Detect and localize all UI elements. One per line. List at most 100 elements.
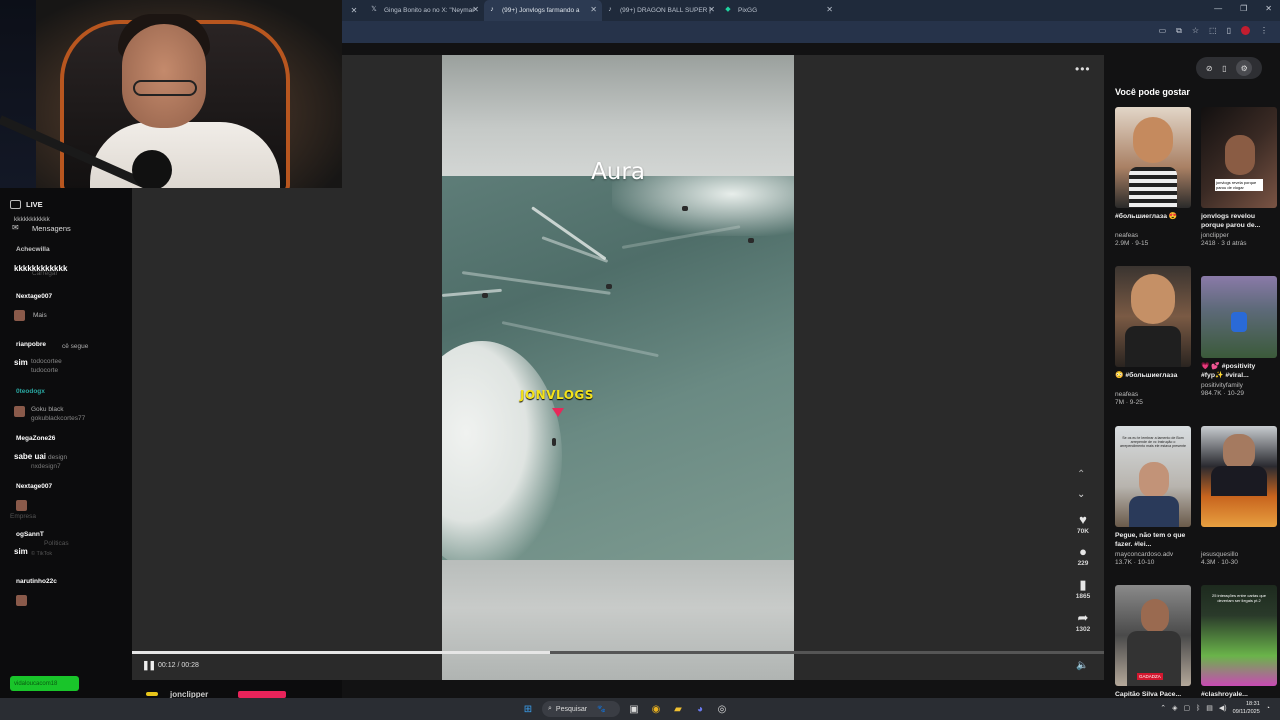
video-thumbnail[interactable]: 25 interações entre cartas que deveriam … [1201, 585, 1277, 686]
recommended-author: jesusquesillo [1201, 551, 1239, 558]
taskbar-clock[interactable]: 18:31 09/11/2025 [1233, 700, 1260, 716]
compass-icon[interactable]: ⊘ [1206, 64, 1213, 73]
video-thumbnail[interactable]: jonvlogs revela porque parou de vlogar [1201, 107, 1277, 208]
chat-faint-text: design [48, 454, 68, 461]
task-view-icon[interactable]: ▣ [626, 701, 642, 717]
recommended-video[interactable]: 😳 #большиеглаза neafeas 7M · 9-25 [1115, 266, 1193, 406]
taskbar-apps: ⊞ ⌕ Pesquisar 🐾 ▣ ◉ ▰ ◕ ◎ [520, 701, 730, 717]
browser-tab-bar: ✕ 𝕏 Ginga Bonito ao no X: "Neymar ✕ ♪ (9… [342, 0, 1280, 21]
more-options-icon[interactable]: ••• [1075, 62, 1091, 76]
like-button[interactable]: ♥ 70K [1066, 512, 1100, 536]
clock-date: 09/11/2025 [1232, 709, 1260, 715]
recommended-stats: 984.7K · 10-29 [1201, 390, 1245, 397]
speaker-icon[interactable]: ◀) [1219, 704, 1227, 712]
close-icon[interactable]: ✕ [708, 5, 715, 14]
chat-faint-text: cê segue [62, 343, 89, 350]
pixgg-icon: ◆ [725, 6, 731, 13]
windows-taskbar: ⊞ ⌕ Pesquisar 🐾 ▣ ◉ ▰ ◕ ◎ ⌃ ◈ ▢ ᛒ ▤ ◀) 1… [0, 698, 1280, 720]
video-progress-bar[interactable] [132, 651, 1104, 654]
live-nav-item[interactable]: LIVE [10, 200, 43, 209]
comment-count: 229 [1077, 560, 1089, 567]
comment-button[interactable]: ● 229 [1066, 545, 1100, 568]
discord-icon[interactable]: ◕ [692, 701, 708, 717]
notifications-icon[interactable]: ◔ [1266, 705, 1270, 712]
search-highlight-icon: 🐾 [597, 706, 606, 713]
follow-button[interactable] [238, 691, 286, 698]
video-thumbnail[interactable]: GADADZA [1115, 585, 1191, 686]
recommended-video[interactable]: Se os eu te lembrar a lamento de Bom arr… [1115, 426, 1193, 566]
chrome-icon[interactable]: ◉ [648, 701, 664, 717]
chat-faint-text: tudocorte [31, 367, 59, 374]
chat-username-pill: vidaloucacom18 [10, 676, 79, 691]
tab-pixgg[interactable]: ◆ PixGG ✕ [720, 0, 838, 21]
bluetooth-icon[interactable]: ᛒ [1196, 705, 1200, 712]
wave-crest [612, 176, 794, 236]
file-explorer-icon[interactable]: ▰ [670, 701, 686, 717]
address-bar[interactable]: ▭ ⧉ ☆ ⬚ ▯ ⋮ [342, 21, 1280, 43]
tab-tiktok-jonvlogs[interactable]: ♪ (99+) Jonvlogs farmando a ✕ [484, 0, 602, 21]
thumbnail-text: 25 interações entre cartas que deveriam … [1211, 593, 1267, 603]
recommended-video[interactable]: #большиеглаза 😍 neafeas 2.9M · 9-15 [1115, 107, 1193, 247]
volume-icon[interactable]: 🔈 [1076, 660, 1088, 671]
video-player[interactable]: Aura JONVLOGS [442, 55, 794, 680]
tray-app-icon[interactable]: ◈ [1172, 704, 1177, 712]
windows-start-icon[interactable]: ⊞ [520, 701, 536, 717]
star-icon[interactable]: ☆ [1192, 26, 1199, 36]
video-thumbnail[interactable] [1201, 276, 1277, 358]
translate-icon[interactable]: ⧉ [1176, 26, 1182, 36]
chevron-up-icon[interactable]: ⌃ [1077, 469, 1085, 480]
recommended-title [1201, 531, 1279, 550]
author-avatar[interactable] [146, 692, 158, 696]
profile-avatar[interactable] [1241, 26, 1250, 35]
menu-icon[interactable]: ⋮ [1260, 26, 1268, 36]
video-thumbnail[interactable] [1115, 266, 1191, 367]
tab-tiktok-dragonball[interactable]: ♪ (99+) DRAGON BALL SUPER | ✕ [602, 0, 720, 21]
recommended-video[interactable]: 25 interações entre cartas que deveriam … [1201, 585, 1279, 709]
taskbar-search[interactable]: ⌕ Pesquisar 🐾 [542, 701, 620, 717]
network-icon[interactable]: ▤ [1206, 704, 1213, 712]
settings-icon[interactable]: ⚙ [1236, 60, 1253, 76]
minimize-icon[interactable]: — [1214, 4, 1222, 13]
chat-faint-text: gokublackcortes77 [31, 415, 86, 422]
tab-label: PixGG [738, 7, 758, 14]
video-progress-fill [132, 651, 550, 654]
live-icon [10, 200, 21, 209]
tray-app-icon[interactable]: ▢ [1183, 704, 1190, 712]
tab-x-post[interactable]: 𝕏 Ginga Bonito ao no X: "Neymar ✕ [366, 0, 484, 21]
heart-icon: ♥ [1079, 512, 1087, 527]
view-mode-toggle[interactable]: ⊘ ▯ ⚙ [1196, 57, 1262, 79]
maximize-icon[interactable]: ❐ [1240, 4, 1247, 13]
chat-faint-text: nxdesign7 [31, 463, 61, 470]
tiktok-icon: ♪ [608, 6, 612, 13]
close-icon[interactable]: ✕ [472, 5, 479, 14]
recommended-author: neafeas [1115, 232, 1139, 239]
close-window-icon[interactable]: ✕ [1265, 4, 1272, 13]
video-thumbnail[interactable] [1201, 426, 1277, 527]
extensions-icon[interactable]: ⬚ [1209, 26, 1217, 36]
chat-faint-text: Mensagens [32, 224, 71, 233]
chevron-down-icon[interactable]: ⌄ [1077, 489, 1085, 500]
video-thumbnail[interactable] [1115, 107, 1191, 208]
recommended-video[interactable]: jesusquesillo 4.3M · 10-30 [1201, 426, 1279, 566]
phone-icon[interactable]: ▯ [1222, 64, 1226, 73]
jetski-wake [442, 288, 502, 297]
close-icon[interactable]: ✕ [826, 5, 833, 14]
chevron-up-icon[interactable]: ⌃ [1160, 704, 1166, 712]
close-icon[interactable]: ✕ [590, 5, 597, 14]
jetski [482, 293, 488, 298]
save-button[interactable]: ▮ 1865 [1066, 578, 1100, 601]
share-button[interactable]: ➦ 1302 [1066, 611, 1100, 634]
chat-username-pill: Nextage007 [16, 483, 53, 490]
new-tab-button[interactable]: + [838, 0, 856, 21]
recommended-video[interactable]: jonvlogs revela porque parou de vlogar j… [1201, 107, 1279, 247]
tab-close-icon[interactable]: ✕ [342, 0, 366, 21]
recommended-video[interactable]: GADADZA Capitão Silva Pace... [1115, 585, 1193, 709]
pause-icon[interactable]: ❚❚ [142, 660, 156, 671]
cast-icon[interactable]: ▭ [1159, 26, 1167, 36]
obs-icon[interactable]: ◎ [714, 701, 730, 717]
recommended-title: jonvlogs revelou porque parou de... [1201, 213, 1261, 229]
video-thumbnail[interactable]: Se os eu te lembrar a lamento de Bom arr… [1115, 426, 1191, 527]
tab-label: Ginga Bonito ao no X: "Neymar [384, 7, 475, 14]
sidepanel-icon[interactable]: ▯ [1227, 26, 1231, 36]
recommended-video[interactable]: 💗 💕 #positivity #fyp✨ #viral... positivi… [1201, 276, 1279, 397]
